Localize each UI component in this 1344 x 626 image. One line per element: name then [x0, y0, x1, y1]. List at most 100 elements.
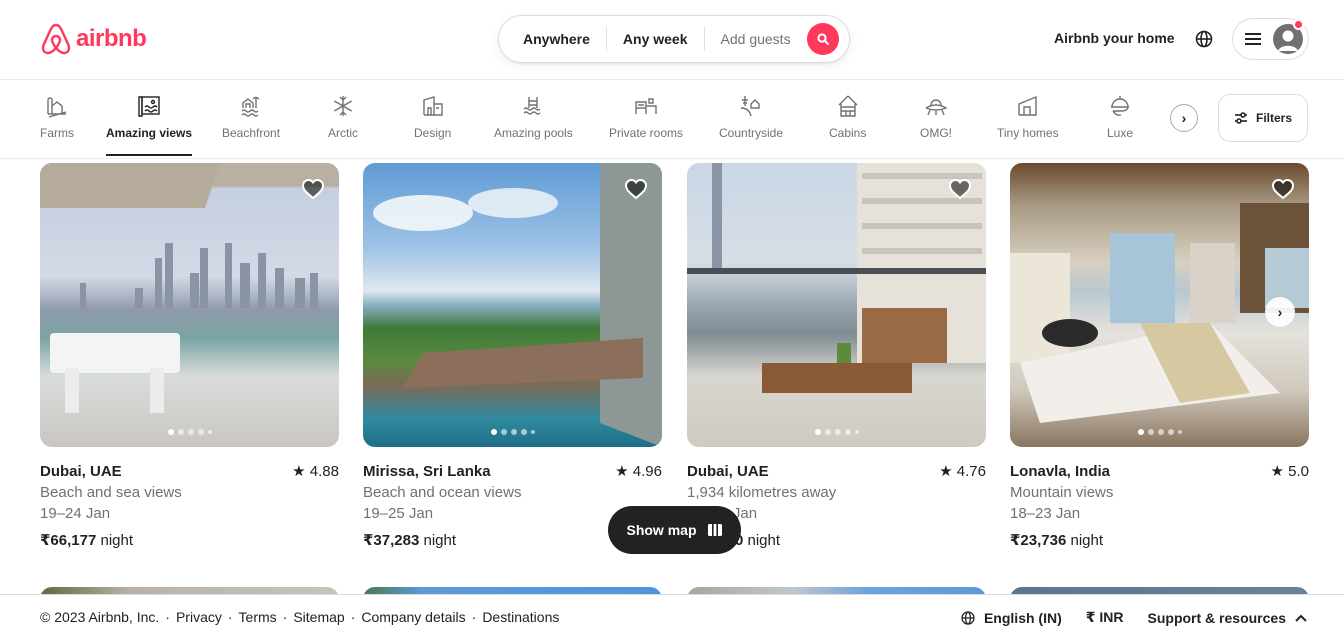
listing-price: ₹66,177 night — [40, 530, 339, 551]
heart-icon[interactable] — [1271, 177, 1295, 201]
category-omg[interactable]: OMG! — [920, 94, 952, 156]
photo-next-button[interactable]: › — [1265, 297, 1295, 327]
category-arctic[interactable]: Arctic — [328, 94, 358, 156]
category-label: Arctic — [328, 126, 358, 140]
pagination-dot — [1177, 430, 1182, 434]
currency-button[interactable]: ₹ INR — [1086, 609, 1124, 626]
heart-icon[interactable] — [624, 177, 648, 201]
ufo-icon — [925, 99, 948, 116]
pagination-dot — [834, 429, 841, 435]
search-bar[interactable]: Anywhere Any week Add guests — [498, 15, 850, 63]
category-amazing-pools[interactable]: Amazing pools — [494, 94, 573, 156]
listing-description: Beach and ocean views — [363, 484, 522, 501]
heart-icon[interactable] — [948, 177, 972, 201]
listing-photo[interactable] — [687, 163, 986, 447]
pagination-dot — [1137, 429, 1144, 435]
price-amount: ₹37,283 — [363, 532, 420, 549]
chevron-right-icon: › — [1181, 110, 1187, 126]
photo-scene — [687, 163, 986, 393]
search-icon — [816, 33, 829, 45]
category-tiny-homes[interactable]: Tiny homes — [997, 94, 1059, 156]
price-unit: night — [747, 532, 781, 549]
listing-photo[interactable] — [40, 163, 339, 447]
category-beachfront[interactable]: Beachfront — [222, 94, 280, 156]
airbnb-logo[interactable]: airbnb — [40, 22, 147, 56]
price-unit: night — [1070, 532, 1104, 549]
map-icon — [707, 524, 722, 536]
category-farms[interactable]: Farms — [40, 94, 74, 156]
destinations-link[interactable]: Destinations — [482, 609, 559, 625]
snowflake-icon — [333, 96, 353, 116]
company-details-link[interactable]: Company details — [361, 609, 465, 625]
hamburger-icon — [1245, 33, 1261, 45]
design-icon — [422, 96, 443, 116]
pagination-dot — [520, 429, 527, 435]
search-location-button[interactable]: Anywhere — [499, 31, 606, 47]
airbnb-your-home-link[interactable]: Airbnb your home — [1054, 30, 1175, 46]
language-label: English (IN) — [983, 609, 1062, 626]
support-label: Support & resources — [1147, 609, 1286, 626]
category-amazing-views[interactable]: Amazing views — [106, 94, 193, 156]
sitemap-link[interactable]: Sitemap — [293, 609, 344, 625]
listing-photo[interactable] — [363, 163, 662, 447]
pool-icon — [523, 97, 541, 115]
photo-pagination — [167, 429, 212, 435]
category-label: Tiny homes — [997, 126, 1059, 140]
heart-icon[interactable] — [301, 177, 325, 201]
category-cabins[interactable]: Cabins — [829, 94, 866, 156]
pagination-dot — [530, 430, 535, 434]
category-countryside[interactable]: Countryside — [719, 94, 783, 156]
show-map-button[interactable]: Show map — [608, 506, 741, 554]
listing-card[interactable]: Mirissa, Sri Lanka ★ 4.96 Beach and ocea… — [363, 163, 662, 551]
search-button[interactable] — [806, 23, 839, 55]
currency-label: INR — [1099, 609, 1124, 625]
star-icon: ★ — [292, 463, 306, 480]
listing-dates: 19–24 Jan — [40, 505, 111, 522]
photo-scene — [40, 163, 318, 413]
privacy-link[interactable]: Privacy — [176, 609, 222, 625]
beachfront-icon — [241, 96, 260, 117]
category-private-rooms[interactable]: Private rooms — [609, 94, 683, 156]
support-resources-button[interactable]: Support & resources — [1148, 610, 1308, 626]
price-amount: ₹23,736 — [1010, 532, 1067, 549]
filters-button[interactable]: Filters — [1218, 94, 1308, 142]
pagination-dot — [167, 429, 174, 435]
pagination-dot — [844, 429, 851, 435]
sliders-icon — [1234, 112, 1247, 124]
globe-icon[interactable] — [1194, 29, 1214, 49]
footer-settings: English (IN) ₹ INR Support & resources — [960, 609, 1308, 626]
listing-description: Beach and sea views — [40, 484, 182, 501]
price-unit: night — [100, 532, 134, 549]
pagination-dot — [187, 429, 194, 435]
filters-label: Filters — [1255, 111, 1292, 125]
search-dates-button[interactable]: Any week — [607, 31, 704, 47]
header: airbnb Anywhere Any week Add guests Airb… — [0, 0, 1344, 80]
pagination-dot — [814, 429, 821, 435]
separator: · — [350, 609, 356, 625]
star-icon: ★ — [615, 463, 629, 480]
listing-card[interactable]: Dubai, UAE ★ 4.88 Beach and sea views 19… — [40, 163, 339, 551]
listing-rating: ★ 4.76 — [939, 461, 986, 482]
pagination-dot — [490, 429, 497, 435]
separator: · — [227, 609, 233, 625]
pagination-dot — [1147, 429, 1154, 435]
footer: © 2023 Airbnb, Inc. · Privacy · Terms · … — [0, 594, 1344, 626]
chevron-up-icon — [1295, 614, 1307, 622]
pagination-dot — [197, 429, 204, 435]
listing-card[interactable]: › Lonavla, India ★ 5.0 Mountain views 18… — [1010, 163, 1309, 551]
language-button[interactable]: English (IN) — [960, 610, 1062, 626]
search-guests-button[interactable]: Add guests — [705, 31, 799, 47]
listing-rating: ★ 5.0 — [1271, 461, 1309, 482]
cabin-icon — [838, 95, 858, 117]
category-design[interactable]: Design — [414, 94, 451, 156]
category-luxe[interactable]: Luxe — [1107, 94, 1133, 156]
photo-pagination — [1137, 429, 1182, 435]
listing-photo[interactable]: › — [1010, 163, 1309, 447]
chevron-right-icon: › — [1277, 304, 1283, 320]
listing-dates: 18–23 Jan — [1010, 505, 1081, 522]
listing-rating: ★ 4.88 — [292, 461, 339, 482]
listing-card[interactable]: Dubai, UAE ★ 4.76 1,934 kilometres away … — [687, 163, 986, 551]
terms-link[interactable]: Terms — [239, 609, 277, 625]
category-scroll-next-button[interactable]: › — [1170, 104, 1198, 132]
pagination-dot — [207, 430, 212, 434]
